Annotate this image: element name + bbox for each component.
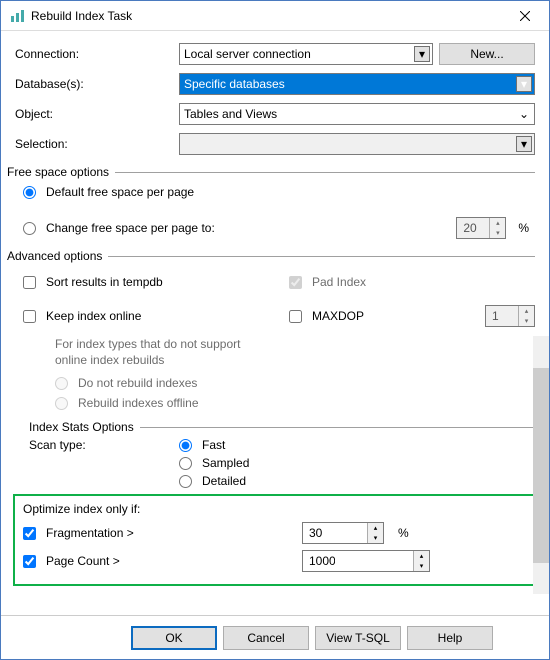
sort-tempdb-checkbox[interactable] [23,276,36,289]
freespace-value-input: ▴▾ [456,217,506,239]
freespace-change-label: Change free space per page to: [46,221,215,235]
pagecount-input[interactable]: ▴▾ [302,550,430,572]
close-icon [520,11,530,21]
rebuild-offline-radio [55,397,68,410]
freespace-default-radio[interactable] [23,186,36,199]
maxdop-input: ▴▾ [485,305,535,327]
fragmentation-label: Fragmentation > [46,526,296,540]
databases-select[interactable]: Specific databases ▾ [179,73,535,95]
freespace-change-radio[interactable] [23,222,36,235]
pagecount-checkbox[interactable] [23,555,36,568]
object-select[interactable]: Tables and Views ⌄ [179,103,535,125]
advanced-legend: Advanced options [7,249,102,263]
no-rebuild-label: Do not rebuild indexes [78,376,197,390]
keep-online-checkbox[interactable] [23,310,36,323]
fragmentation-input[interactable]: ▴▾ [302,522,384,544]
freespace-default-label: Default free space per page [46,185,194,199]
scrollbar-thumb[interactable] [533,368,549,563]
keep-online-label: Keep index online [46,309,141,323]
cancel-button[interactable]: Cancel [223,626,309,650]
window-title: Rebuild Index Task [31,9,503,23]
titlebar: Rebuild Index Task [1,1,549,31]
no-rebuild-radio [55,377,68,390]
selection-label: Selection: [15,137,179,151]
ok-button[interactable]: OK [131,626,217,650]
scan-sampled-radio[interactable] [179,457,192,470]
view-tsql-button[interactable]: View T-SQL [315,626,401,650]
pagecount-label: Page Count > [46,554,296,568]
databases-label: Database(s): [15,77,179,91]
scan-fast-radio[interactable] [179,439,192,452]
pad-index-checkbox [289,276,302,289]
chevron-down-icon: ▾ [516,136,532,152]
maxdop-label: MAXDOP [312,309,364,323]
sort-tempdb-label: Sort results in tempdb [46,275,163,289]
online-note: For index types that do not support onli… [55,337,245,368]
app-icon [9,8,25,24]
selection-select[interactable]: ▾ [179,133,535,155]
optimize-header: Optimize index only if: [23,502,525,516]
new-button[interactable]: New... [439,43,535,65]
pad-index-label: Pad Index [312,275,366,289]
percent-label: % [398,526,409,540]
rebuild-offline-label: Rebuild indexes offline [78,396,199,410]
chevron-down-icon: ▾ [516,76,532,92]
scan-type-label: Scan type: [29,438,169,488]
maxdop-checkbox[interactable] [289,310,302,323]
percent-label: % [518,221,529,235]
chevron-down-icon: ▾ [414,46,430,62]
connection-select[interactable]: Local server connection ▾ [179,43,433,65]
chevron-down-icon: ⌄ [516,106,532,122]
close-button[interactable] [503,2,547,30]
scrollbar[interactable] [533,336,549,594]
help-button[interactable]: Help [407,626,493,650]
fragmentation-checkbox[interactable] [23,527,36,540]
optimize-section: Optimize index only if: Fragmentation > … [13,494,535,586]
scan-detailed-radio[interactable] [179,475,192,488]
object-label: Object: [15,107,179,121]
footer: OK Cancel View T-SQL Help [1,615,549,659]
freespace-legend: Free space options [7,165,109,179]
stats-legend: Index Stats Options [29,420,134,434]
connection-label: Connection: [15,47,179,61]
